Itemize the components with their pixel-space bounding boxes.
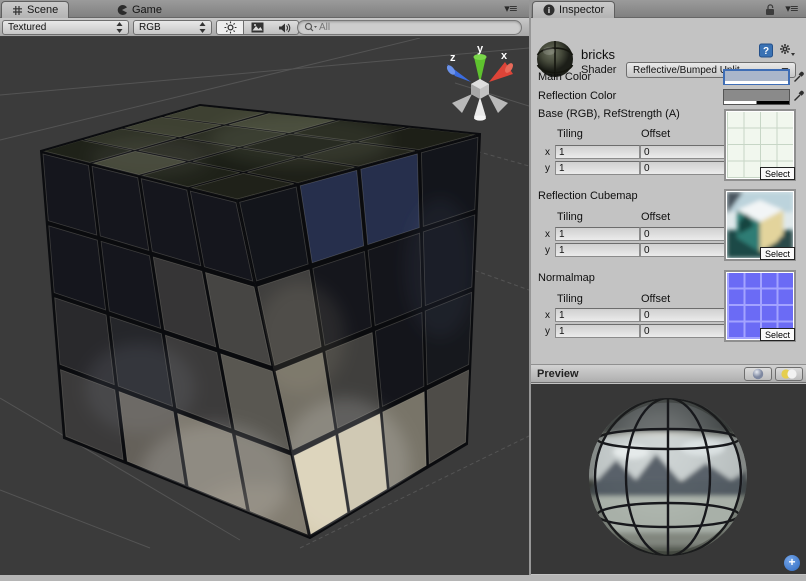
normalmap-offset-y-input[interactable] [640,324,725,338]
axis-y-row-label: y [545,326,550,337]
lighting-toggle-button[interactable] [216,20,244,35]
color-channel-value: RGB [139,22,161,33]
reflection-color-swatch[interactable] [723,89,790,105]
base-select-button[interactable]: Select [760,167,795,180]
preview-shape-button[interactable] [744,367,772,381]
scene-search-field[interactable] [297,20,522,35]
scene-panel: Scene Game ▾≡ Textured RGB [0,0,529,575]
tab-inspector[interactable]: i Inspector [532,1,615,18]
preview-sphere-icon [752,368,764,380]
preview-sphere-render [531,384,806,574]
lock-icon[interactable] [764,3,776,16]
gear-icon[interactable] [779,43,795,58]
tiling-header: Tiling [557,211,583,223]
preview-lighting-button[interactable] [775,367,803,381]
offset-header: Offset [641,211,670,223]
normalmap-select-button[interactable]: Select [760,328,795,341]
offset-header: Offset [641,128,670,140]
draw-mode-value: Textured [8,22,46,33]
help-icon[interactable]: ? [759,43,773,58]
inspector-panel: i Inspector ▾≡ [529,0,806,575]
game-tab-icon [116,4,128,16]
normalmap-label: Normalmap [538,272,595,284]
unity-editor-window: Scene Game ▾≡ Textured RGB [0,0,806,581]
inspector-tab-label: Inspector [559,4,604,16]
scene-tabbar: Scene Game ▾≡ [0,0,529,18]
cubemap-tiling-y-input[interactable] [555,243,640,257]
lighting-toggle-icon [224,21,237,34]
tab-scene[interactable]: Scene [1,1,69,18]
main-color-swatch[interactable] [723,69,790,85]
search-icon [304,22,317,33]
base-tiling-x-input[interactable] [555,145,640,159]
scene-tab-label: Scene [27,4,58,16]
axis-neg-cone[interactable] [474,97,486,117]
preview-title: Preview [537,368,744,380]
cubemap-offset-y-input[interactable] [640,243,725,257]
preview-header[interactable]: Preview [531,364,806,383]
normalmap-texture-thumb[interactable]: Select [724,270,796,342]
base-texture-label: Base (RGB), RefStrength (A) [538,108,680,120]
cubemap-select-button[interactable]: Select [760,247,795,260]
eyedropper-icon[interactable] [793,89,806,102]
scene-search-input[interactable] [319,22,515,33]
material-preview-area[interactable]: + [531,384,806,574]
game-tab-label: Game [132,4,162,16]
scene-viewport[interactable]: y x z [0,38,529,575]
axis-y-label: y [477,43,484,55]
base-offset-y-input[interactable] [640,161,725,175]
scene-tab-icon [12,5,23,16]
axis-y-row-label: y [545,245,550,256]
audio-toggle-button[interactable] [271,20,299,35]
axis-z-label: z [450,52,456,64]
material-name: bricks [581,47,615,62]
color-channel-dropdown[interactable]: RGB [133,20,212,35]
base-offset-x-input[interactable] [640,145,725,159]
tiling-header: Tiling [557,128,583,140]
tab-game[interactable]: Game [106,1,172,18]
scene-panel-menu-icon[interactable]: ▾≡ [504,2,517,15]
svg-text:i: i [548,6,550,15]
svg-text:?: ? [763,46,769,57]
axis-neg-cone[interactable] [452,94,472,113]
axis-x-row-label: x [545,147,550,158]
updown-arrow-icon [199,22,206,33]
normalmap-offset-x-input[interactable] [640,308,725,322]
cube-mesh[interactable] [41,105,480,553]
gizmo-cube[interactable] [471,79,489,99]
cubemap-tiling-x-input[interactable] [555,227,640,241]
offset-header: Offset [641,293,670,305]
draw-mode-dropdown[interactable]: Textured [2,20,129,35]
base-tiling-y-input[interactable] [555,161,640,175]
scene-3d-view[interactable]: y x z [0,38,529,575]
audio-toggle-icon [278,22,291,34]
cubemap-offset-x-input[interactable] [640,227,725,241]
reflection-color-label: Reflection Color [538,90,616,102]
normalmap-tiling-x-input[interactable] [555,308,640,322]
main-color-label: Main Color [538,71,591,83]
inspector-tabbar: i Inspector ▾≡ [531,0,806,18]
cubemap-label: Reflection Cubemap [538,190,638,202]
effects-toggle-icon [251,22,264,33]
scene-toolbar: Textured RGB [0,18,529,37]
base-texture-thumb[interactable]: Select [724,109,796,181]
axis-x-label: x [501,50,508,62]
inspector-tab-icon: i [543,4,555,16]
eyedropper-icon[interactable] [793,70,806,83]
axis-x-row-label: x [545,310,550,321]
cubemap-texture-thumb[interactable]: Select [724,189,796,261]
effects-toggle-button[interactable] [244,20,272,35]
axis-x-row-label: x [545,229,550,240]
material-header: bricks Shader Reflective/Bumped Unlit ? [531,18,806,63]
tiling-header: Tiling [557,293,583,305]
axis-y-row-label: y [545,163,550,174]
normalmap-tiling-y-input[interactable] [555,324,640,338]
updown-arrow-icon [116,22,123,33]
preview-lighting-icon [779,368,799,380]
inspector-panel-menu-icon[interactable]: ▾≡ [785,2,798,15]
zoom-plus-icon[interactable]: + [784,555,800,571]
